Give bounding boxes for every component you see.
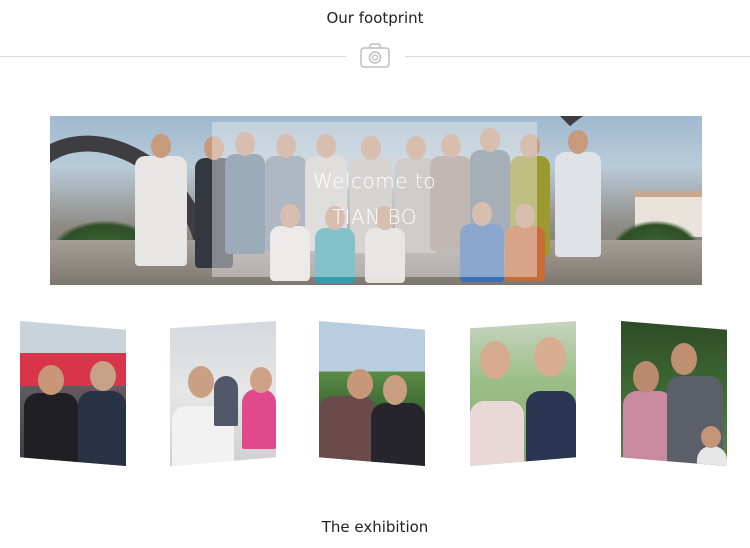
banner-person	[135, 134, 187, 266]
banner-overlay	[212, 122, 537, 277]
banner-person	[555, 130, 601, 257]
camera-icon	[360, 43, 390, 68]
welcome-banner[interactable]: Welcome to TIAN BO	[50, 116, 702, 285]
gallery-photo-1[interactable]	[20, 321, 126, 466]
gallery-photo-4[interactable]	[470, 321, 576, 466]
company-name: TIAN BO	[331, 205, 418, 229]
gallery-photo-2[interactable]	[170, 321, 276, 466]
footprint-title: Our footprint	[326, 9, 424, 27]
divider-right	[405, 56, 750, 57]
welcome-heading: Welcome to	[313, 169, 436, 193]
gallery-photo-3[interactable]	[319, 321, 425, 466]
divider-left	[0, 56, 346, 57]
exhibition-title: The exhibition	[321, 518, 429, 536]
gallery-photo-5[interactable]	[621, 321, 727, 466]
